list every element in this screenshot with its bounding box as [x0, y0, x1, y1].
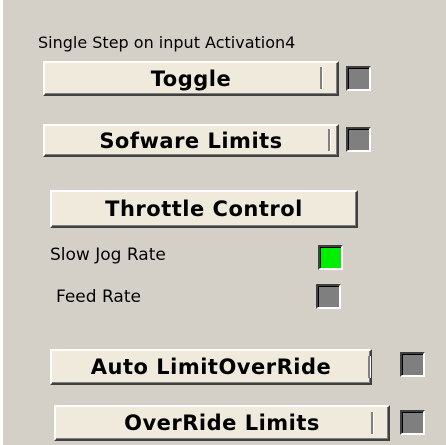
auto-limit-override-button-label: Auto LimitOverRide [90, 355, 332, 379]
header-title: Single Step on input Activation4 [38, 33, 296, 52]
toggle-led [346, 66, 371, 91]
auto-limit-override-button[interactable]: Auto LimitOverRide [50, 349, 372, 385]
feed-rate-label: Feed Rate [56, 287, 141, 307]
software-limits-button-label: Sofware Limits [99, 128, 283, 153]
feed-rate-led [316, 284, 341, 309]
slow-jog-rate-label: Slow Jog Rate [50, 245, 166, 265]
slow-jog-rate-led [318, 245, 343, 270]
override-limits-led [400, 410, 425, 435]
override-limits-button-label: OverRide Limits [124, 411, 320, 435]
toggle-button[interactable]: Toggle [43, 61, 339, 96]
auto-limit-override-button-separator [368, 356, 371, 378]
override-limits-button-separator [371, 412, 374, 434]
software-limits-button[interactable]: Sofware Limits [43, 124, 339, 157]
auto-limit-override-led [400, 352, 425, 377]
toggle-button-label: Toggle [150, 66, 232, 91]
toggle-button-separator [320, 67, 323, 89]
software-limits-led [346, 127, 371, 152]
throttle-control-button[interactable]: Throttle Control [50, 190, 358, 228]
override-limits-button[interactable]: OverRide Limits [54, 405, 390, 441]
software-limits-button-separator [328, 129, 331, 151]
panel-left-edge [0, 0, 3, 445]
throttle-control-button-label: Throttle Control [105, 197, 303, 221]
